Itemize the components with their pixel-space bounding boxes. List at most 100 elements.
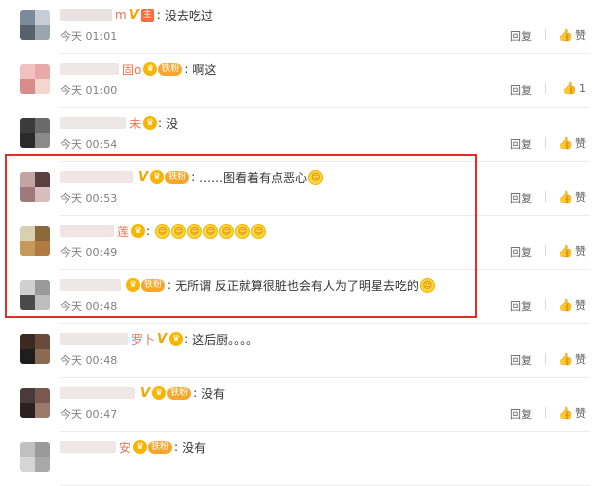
username-blur[interactable]: [60, 441, 116, 453]
laughing-emoji-icon: ☺: [187, 223, 203, 239]
username-blur[interactable]: [60, 333, 128, 345]
laughing-emoji-icon: ☺: [251, 223, 267, 239]
thumb-up-icon[interactable]: 👍: [558, 28, 573, 42]
comment-text: 无所谓 反正就算很脏也会有人为了明星去吃的: [175, 278, 419, 293]
member-crown-icon: ♛: [169, 332, 184, 346]
reply-button[interactable]: 回复: [510, 136, 532, 152]
username[interactable]: 固o: [122, 61, 141, 78]
like-button[interactable]: 👍 赞: [558, 243, 586, 259]
comment-time: 今天 00:53: [60, 192, 118, 205]
thumb-up-icon[interactable]: 👍: [558, 190, 573, 204]
like-label: 赞: [575, 353, 586, 366]
thumb-up-icon[interactable]: 👍: [562, 81, 577, 95]
comment-time: 今天 00:48: [60, 300, 118, 313]
laughing-emoji-icon: ☺: [171, 223, 187, 239]
like-button[interactable]: 👍 赞: [558, 405, 586, 421]
like-button[interactable]: 👍 赞: [558, 189, 586, 205]
thumb-up-icon[interactable]: 👍: [558, 406, 573, 420]
reply-button[interactable]: 回复: [510, 352, 532, 368]
member-crown-icon: ♛: [126, 278, 140, 292]
comment-time: 今天 01:01: [60, 30, 118, 43]
reply-button[interactable]: 回复: [510, 190, 532, 206]
reply-button[interactable]: 回复: [510, 28, 532, 44]
comment-line: 罗卜 V ♛: 这后厨。。。。: [60, 330, 258, 348]
member-crown-icon: ♛: [133, 440, 148, 454]
avatar[interactable]: [20, 226, 50, 256]
colon: :: [184, 332, 189, 346]
comment-time: 今天 00:47: [60, 408, 118, 421]
username-blur[interactable]: [60, 387, 135, 399]
like-count: 1: [579, 81, 586, 95]
avatar[interactable]: [20, 118, 50, 148]
action-divider: [545, 83, 546, 94]
comment-text: ……图看着有点恶心: [199, 170, 308, 185]
thumb-up-icon[interactable]: 👍: [558, 352, 573, 366]
laughing-emoji-icon: ☺: [155, 223, 171, 239]
username-blur[interactable]: [60, 63, 119, 75]
avatar[interactable]: [20, 442, 50, 472]
like-button[interactable]: 👍 赞: [558, 351, 586, 367]
avatar[interactable]: [20, 334, 50, 364]
laughing-emoji-icon: ☺: [308, 169, 324, 185]
iron-fan-badge: 铁粉: [167, 386, 192, 400]
colon: :: [158, 116, 163, 130]
laughing-emoji-icon: ☺: [419, 277, 435, 293]
username-blur[interactable]: [60, 171, 133, 183]
colon: :: [193, 386, 198, 400]
colon: :: [184, 62, 189, 76]
avatar[interactable]: [20, 388, 50, 418]
username[interactable]: 安: [119, 439, 131, 456]
comment-item: V ♛ 铁粉: ……图看着有点恶心 ☺ 今天 00:53 回复 👍 赞: [0, 162, 600, 216]
comment-text: 没有: [201, 386, 226, 401]
iron-fan-badge: 铁粉: [148, 440, 173, 454]
comment-line: 安 ♛ 铁粉: 没有: [60, 438, 206, 456]
thumb-up-icon[interactable]: 👍: [558, 244, 573, 258]
username-blur[interactable]: [60, 117, 126, 129]
thumb-up-icon[interactable]: 👍: [558, 136, 573, 150]
comment-time: 今天 00:49: [60, 246, 118, 259]
action-divider: [545, 407, 546, 418]
username[interactable]: 莲: [117, 223, 129, 240]
member-crown-icon: ♛: [143, 116, 158, 130]
comment-item: ♛ 铁粉: 无所谓 反正就算很脏也会有人为了明星去吃的 ☺ 今天 00:48 回复 👍 赞: [0, 270, 600, 324]
reply-button[interactable]: 回复: [510, 244, 532, 260]
comment-item: 未 ♛: 没今天 00:54 回复 👍 赞: [0, 108, 600, 162]
comment-item: m V 主: 没去吃过 今天 01:01 回复 👍 赞: [0, 0, 600, 54]
like-button[interactable]: 👍 赞: [558, 135, 586, 151]
comment-text: 这后厨。。。。: [192, 332, 259, 347]
reply-button[interactable]: 回复: [510, 298, 532, 314]
comment-text: 没有: [182, 440, 207, 455]
username-blur[interactable]: [60, 9, 112, 21]
colon: :: [174, 440, 179, 454]
avatar[interactable]: [20, 10, 50, 40]
laughing-emoji-icon: ☺: [235, 223, 251, 239]
username[interactable]: 未: [129, 115, 141, 132]
username[interactable]: 罗卜: [131, 331, 155, 348]
like-label: 赞: [575, 191, 586, 204]
like-button[interactable]: 👍 赞: [558, 27, 586, 43]
reply-button[interactable]: 回复: [510, 82, 532, 98]
avatar[interactable]: [20, 172, 50, 202]
username[interactable]: m: [115, 8, 127, 22]
avatar[interactable]: [20, 280, 50, 310]
action-divider: [545, 191, 546, 202]
avatar[interactable]: [20, 64, 50, 94]
like-button[interactable]: 👍 赞: [558, 297, 586, 313]
comment-text: 啊这: [192, 62, 217, 77]
iron-fan-badge: 铁粉: [165, 170, 190, 184]
comment-item: V ♛ 铁粉: 没有 今天 00:47 回复 👍 赞: [0, 378, 600, 432]
laughing-emoji-icon: ☺: [219, 223, 235, 239]
colon: :: [156, 8, 161, 22]
comment-text: 没去吃过: [164, 8, 213, 23]
action-divider: [545, 137, 546, 148]
comment-time: 今天 00:48: [60, 354, 118, 367]
thumb-up-icon[interactable]: 👍: [558, 298, 573, 312]
action-divider: [545, 29, 546, 40]
username-blur[interactable]: [60, 279, 121, 291]
comment-item: 固o ♛ 铁粉: 啊这 今天 01:00 回复 👍 1: [0, 54, 600, 108]
colon: :: [167, 278, 172, 292]
like-button[interactable]: 👍 1: [562, 81, 586, 95]
reply-button[interactable]: 回复: [510, 406, 532, 422]
comment-line: 莲 ♛: ☺ ☺ ☺ ☺ ☺ ☺ ☺: [60, 222, 267, 240]
username-blur[interactable]: [60, 225, 114, 237]
